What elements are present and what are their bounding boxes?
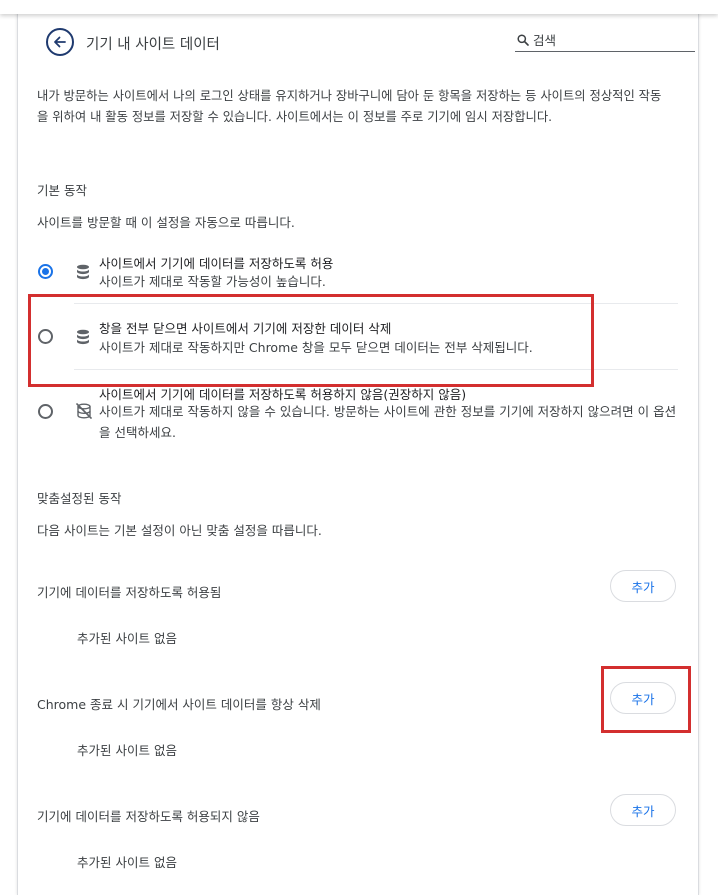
option-allow-title: 사이트에서 기기에 데이터를 저장하도록 허용 <box>99 256 334 271</box>
default-behavior-subtitle: 사이트를 방문할 때 이 설정을 자동으로 따릅니다. <box>37 215 295 230</box>
search-box[interactable] <box>515 31 695 52</box>
option-block-subtitle: 사이트가 제대로 작동하지 않을 수 있습니다. 방문하는 사이트에 관한 정보… <box>99 404 677 440</box>
back-button[interactable] <box>46 28 74 56</box>
clear-on-exit-sites-label: Chrome 종료 시 기기에서 사이트 데이터를 항상 삭제 <box>37 697 321 712</box>
top-bar-shadow <box>0 0 718 14</box>
divider <box>74 303 678 304</box>
radio-clear-on-exit[interactable] <box>38 329 53 344</box>
option-clear-on-exit-title: 창을 전부 닫으면 사이트에서 기기에 저장한 데이터 삭제 <box>99 321 392 336</box>
database-icon <box>77 329 89 345</box>
arrow-back-icon <box>54 36 66 48</box>
settings-card: 기기 내 사이트 데이터 내가 방문하는 사이트에서 나의 로그인 상태를 유지… <box>17 0 699 895</box>
allowed-sites-empty: 추가된 사이트 없음 <box>77 631 177 646</box>
clear-on-exit-sites-empty: 추가된 사이트 없음 <box>77 743 177 758</box>
custom-behavior-subtitle: 다음 사이트는 기본 설정이 아닌 맞춤 설정을 따릅니다. <box>37 523 322 538</box>
page-description: 내가 방문하는 사이트에서 나의 로그인 상태를 유지하거나 장바구니에 담아 … <box>37 89 662 124</box>
divider <box>74 369 678 370</box>
default-behavior-title: 기본 동작 <box>37 183 87 198</box>
blocked-sites-empty: 추가된 사이트 없음 <box>77 855 177 870</box>
option-clear-on-exit-subtitle: 사이트가 제대로 작동하지만 Chrome 창을 모두 닫으면 데이터는 전부 … <box>99 340 533 355</box>
allowed-sites-label: 기기에 데이터를 저장하도록 허용됨 <box>37 585 222 600</box>
custom-behavior-title: 맞춤설정된 동작 <box>37 491 122 506</box>
search-icon <box>517 34 529 46</box>
add-blocked-site-button[interactable]: 추가 <box>610 794 676 826</box>
radio-allow[interactable] <box>38 264 53 279</box>
page-title: 기기 내 사이트 데이터 <box>86 37 220 53</box>
add-clear-on-exit-site-button[interactable]: 추가 <box>610 682 676 714</box>
option-allow-subtitle: 사이트가 제대로 작동할 가능성이 높습니다. <box>99 274 326 289</box>
add-allowed-site-button[interactable]: 추가 <box>610 570 676 602</box>
database-off-icon <box>76 403 92 419</box>
radio-block[interactable] <box>38 404 53 419</box>
search-input[interactable] <box>533 31 691 49</box>
blocked-sites-label: 기기에 데이터를 저장하도록 허용되지 않음 <box>37 809 260 824</box>
database-icon <box>77 264 89 280</box>
